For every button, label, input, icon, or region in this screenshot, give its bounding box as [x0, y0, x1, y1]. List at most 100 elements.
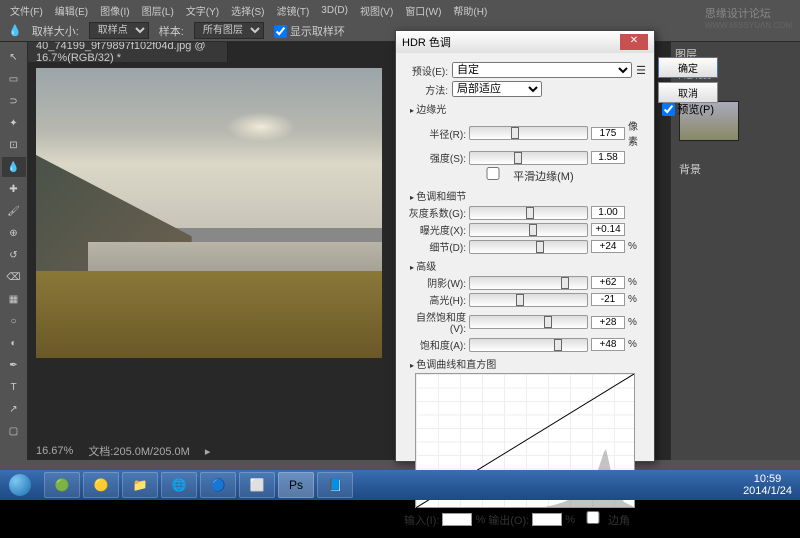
type-tool[interactable]: T: [2, 377, 26, 397]
blur-tool[interactable]: ○: [2, 311, 26, 331]
smooth-edges-label[interactable]: 平滑边缘(M): [476, 167, 573, 184]
menu-image[interactable]: 图像(I): [95, 1, 134, 20]
saturation-label: 饱和度(A):: [404, 337, 466, 352]
taskbar-app-8[interactable]: 📘: [317, 472, 353, 498]
shadow-slider[interactable]: [469, 276, 588, 290]
section-edge-glow[interactable]: 边缘光: [404, 101, 646, 116]
curve-input-value[interactable]: [442, 513, 472, 526]
detail-label: 细节(D):: [404, 239, 466, 254]
smooth-edges-checkbox[interactable]: [476, 167, 510, 180]
show-ring-checkbox[interactable]: [274, 25, 287, 38]
input-label: 输入(I):: [404, 512, 439, 528]
corner-label[interactable]: 边角: [578, 511, 630, 528]
samplesize-label: 取样大小:: [32, 23, 79, 39]
samplesize-select[interactable]: 取样点: [89, 22, 149, 39]
section-advanced[interactable]: 高级: [404, 258, 646, 273]
vibrance-input[interactable]: [591, 316, 625, 329]
taskbar-app-1[interactable]: 🟢: [44, 472, 80, 498]
detail-slider[interactable]: [469, 240, 588, 254]
menu-view[interactable]: 视图(V): [355, 1, 398, 20]
section-tone-detail[interactable]: 色调和细节: [404, 188, 646, 203]
brush-tool[interactable]: 🖌: [2, 201, 26, 221]
detail-input[interactable]: [591, 240, 625, 253]
preview-checkbox[interactable]: [662, 103, 675, 116]
dialog-titlebar[interactable]: HDR 色调 ✕: [396, 31, 654, 53]
document-tab[interactable]: 40_74199_9f79897f102f04d.jpg @ 16.7%(RGB…: [28, 42, 228, 62]
method-select[interactable]: 局部适应: [452, 81, 542, 97]
taskbar-ie[interactable]: 🌐: [161, 472, 197, 498]
close-icon[interactable]: ✕: [620, 34, 648, 50]
tray-date: 2014/1/24: [743, 485, 792, 497]
gradient-tool[interactable]: ▦: [2, 289, 26, 309]
hdr-toning-dialog: HDR 色调 ✕ 确定 取消 预览(P) 预设(E): 自定 ☰ 方法: 局部适…: [395, 30, 655, 462]
saturation-slider[interactable]: [469, 338, 588, 352]
ok-button[interactable]: 确定: [658, 57, 718, 78]
eyedropper-tool[interactable]: 💧: [2, 157, 26, 177]
menu-type[interactable]: 文字(Y): [181, 1, 224, 20]
exposure-slider[interactable]: [469, 223, 588, 237]
start-button[interactable]: [0, 470, 40, 500]
zoom-level[interactable]: 16.67%: [36, 445, 73, 457]
preset-select[interactable]: 自定: [452, 62, 632, 78]
image-grass: [36, 271, 382, 358]
gamma-slider[interactable]: [469, 206, 588, 220]
menu-filter[interactable]: 滤镜(T): [272, 1, 315, 20]
history-brush-tool[interactable]: ↺: [2, 245, 26, 265]
dodge-tool[interactable]: ◐: [2, 333, 26, 353]
corner-checkbox[interactable]: [578, 511, 608, 524]
sample-label: 样本:: [159, 23, 184, 39]
windows-taskbar: 🟢 🟡 📁 🌐 🔵 ⬜ Ps 📘 10:59 2014/1/24: [0, 470, 800, 500]
radius-input[interactable]: [591, 127, 625, 140]
lasso-tool[interactable]: ⊃: [2, 91, 26, 111]
menu-help[interactable]: 帮助(H): [448, 1, 492, 20]
radius-slider[interactable]: [469, 126, 588, 140]
curve-io-row: 输入(I): % 输出(O): % 边角: [404, 511, 646, 528]
saturation-input[interactable]: [591, 338, 625, 351]
exposure-label: 曝光度(X):: [404, 222, 466, 237]
marquee-tool[interactable]: ▭: [2, 69, 26, 89]
show-ring-label[interactable]: 显示取样环: [274, 23, 345, 39]
highlight-slider[interactable]: [469, 293, 588, 307]
statusbar-arrow-icon[interactable]: ▸: [205, 445, 211, 458]
stamp-tool[interactable]: ⊕: [2, 223, 26, 243]
gamma-input[interactable]: [591, 206, 625, 219]
doc-size: 文档:205.0M/205.0M: [88, 443, 190, 459]
wand-tool[interactable]: ✦: [2, 113, 26, 133]
path-tool[interactable]: ↗: [2, 399, 26, 419]
vibrance-slider[interactable]: [469, 315, 588, 329]
menu-edit[interactable]: 编辑(E): [50, 1, 93, 20]
curve-output-value[interactable]: [532, 513, 562, 526]
pen-tool[interactable]: ✒: [2, 355, 26, 375]
cancel-button[interactable]: 取消: [658, 82, 718, 103]
menu-file[interactable]: 文件(F): [5, 1, 48, 20]
shadow-input[interactable]: [591, 276, 625, 289]
eraser-tool[interactable]: ⌫: [2, 267, 26, 287]
taskbar-browser[interactable]: 🔵: [200, 472, 236, 498]
strength-input[interactable]: [591, 151, 625, 164]
menu-layer[interactable]: 图层(L): [137, 1, 179, 20]
move-tool[interactable]: ↖: [2, 47, 26, 67]
layer-bg-name[interactable]: 背景: [679, 161, 796, 177]
system-tray[interactable]: 10:59 2014/1/24: [735, 473, 800, 497]
exposure-input[interactable]: [591, 223, 625, 236]
section-curve[interactable]: 色调曲线和直方图: [404, 356, 646, 371]
preset-menu-icon[interactable]: ☰: [636, 64, 646, 77]
preview-checkbox-label[interactable]: 预览(P): [662, 101, 714, 117]
tools-panel: ↖ ▭ ⊃ ✦ ⊡ 💧 ✚ 🖌 ⊕ ↺ ⌫ ▦ ○ ◐ ✒ T ↗ ▢: [0, 42, 28, 460]
radius-unit: 像素: [628, 118, 646, 148]
strength-slider[interactable]: [469, 151, 588, 165]
menu-select[interactable]: 选择(S): [226, 1, 269, 20]
menu-window[interactable]: 窗口(W): [400, 1, 446, 20]
taskbar-photoshop[interactable]: Ps: [278, 472, 314, 498]
taskbar-app-6[interactable]: ⬜: [239, 472, 275, 498]
taskbar-explorer[interactable]: 📁: [122, 472, 158, 498]
dialog-buttons: 确定 取消: [658, 57, 718, 103]
canvas[interactable]: [36, 68, 382, 358]
taskbar-app-2[interactable]: 🟡: [83, 472, 119, 498]
heal-tool[interactable]: ✚: [2, 179, 26, 199]
shape-tool[interactable]: ▢: [2, 421, 26, 441]
sample-select[interactable]: 所有图层: [194, 22, 264, 39]
crop-tool[interactable]: ⊡: [2, 135, 26, 155]
highlight-input[interactable]: [591, 293, 625, 306]
menu-3d[interactable]: 3D(D): [316, 3, 353, 18]
